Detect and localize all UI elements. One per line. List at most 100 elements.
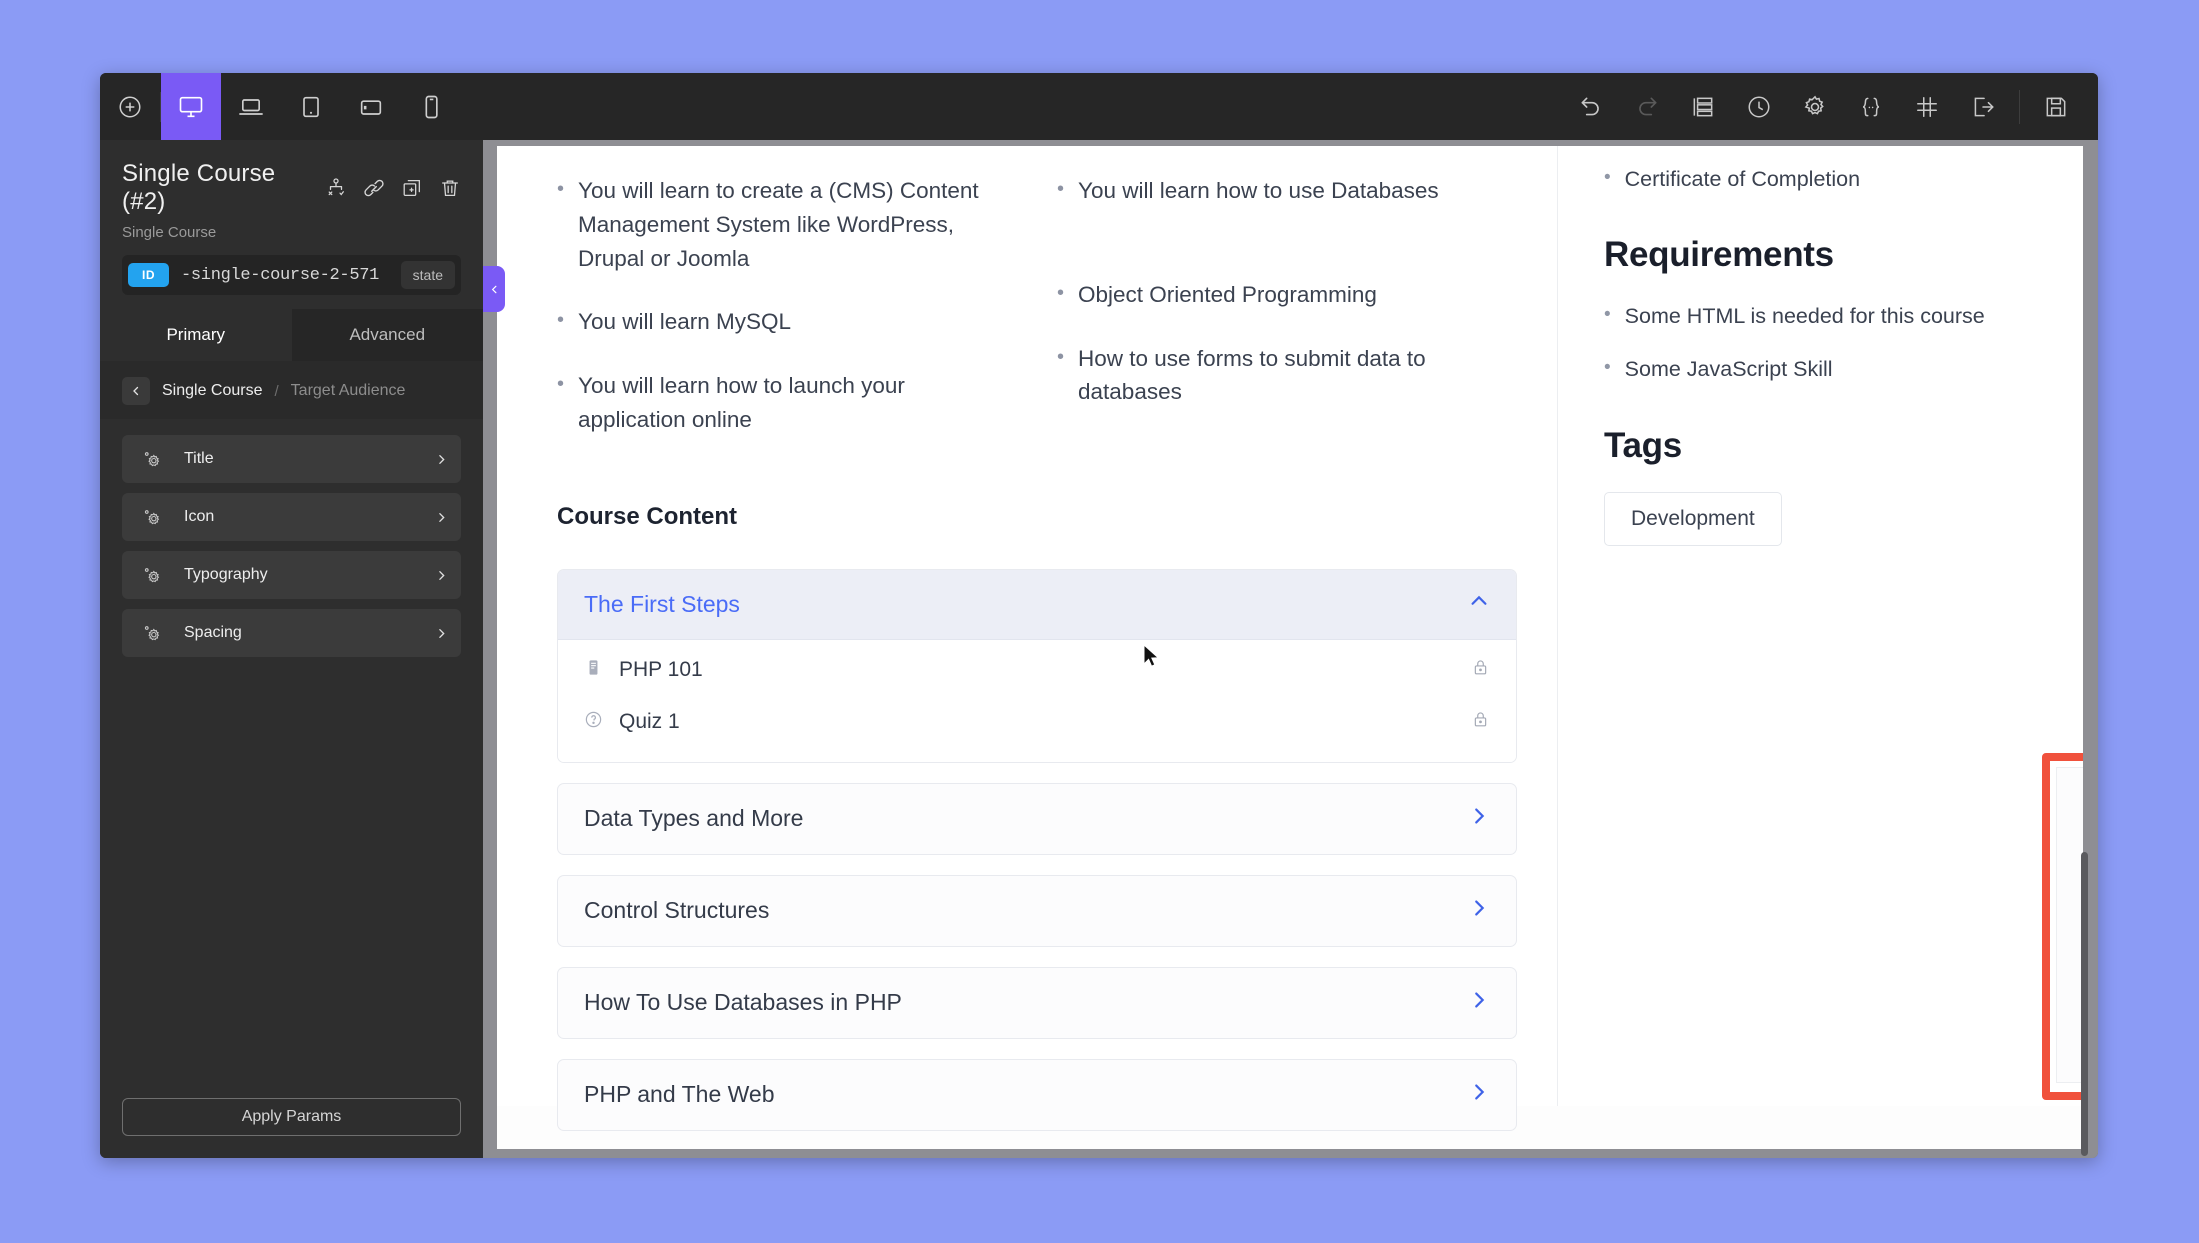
chevron-right-icon [1468, 805, 1490, 833]
bullet-icon: • [1604, 304, 1611, 326]
tab-advanced[interactable]: Advanced [292, 309, 484, 361]
lock-icon [1471, 657, 1490, 683]
chevron-right-icon [421, 569, 461, 582]
breadcrumb-separator: / [274, 382, 279, 400]
accordion-section-php-web: PHP and The Web [557, 1058, 1517, 1131]
trash-icon[interactable] [439, 177, 461, 199]
state-chip[interactable]: state [400, 261, 455, 289]
course-content-title: Course Content [557, 502, 737, 530]
grid-button[interactable] [1899, 73, 1955, 140]
bullet-icon: • [1057, 281, 1065, 304]
chevron-right-icon [421, 453, 461, 466]
accordion-header[interactable]: How To Use Databases in PHP [558, 968, 1516, 1038]
bullet-icon: • [557, 373, 565, 395]
save-button[interactable] [2028, 73, 2084, 140]
accordion-header[interactable]: The First Steps [558, 569, 1516, 640]
list-item: • Some JavaScript Skill [1604, 354, 2037, 385]
canvas-scrollbar-thumb[interactable] [2081, 852, 2088, 1156]
what-you-learn-grid: • You will learn to create a (CMS) Conte… [557, 146, 1517, 467]
list-item-text: Some HTML is needed for this course [1624, 304, 1985, 329]
device-tablet-button[interactable] [281, 73, 341, 140]
accordion-section-first-steps: The First Steps PHP 101 Quiz 1 [557, 568, 1517, 763]
chevron-left-icon [491, 285, 496, 293]
sidebar-item-title[interactable]: Title [122, 435, 461, 483]
device-mobile-button[interactable] [401, 73, 461, 140]
lesson-title: PHP 101 [619, 657, 703, 681]
settings-button[interactable] [1787, 73, 1843, 140]
list-item: • You will learn how to launch your appl… [557, 369, 1017, 437]
accordion-header[interactable]: PHP and The Web [558, 1060, 1516, 1130]
page-side-column: • Certificate of Completion Requirements… [1557, 146, 2083, 1106]
element-id-left: ID -single-course-2-571 [128, 263, 379, 287]
accordion-header[interactable]: Control Structures [558, 876, 1516, 946]
sidebar-item-icon[interactable]: Icon [122, 493, 461, 541]
redo-button[interactable] [1619, 73, 1675, 140]
chevron-right-icon [421, 511, 461, 524]
undo-icon [1581, 97, 1599, 115]
breadcrumb-parent[interactable]: Single Course [162, 382, 263, 400]
course-content-accordion: The First Steps PHP 101 Quiz 1 Data Type… [557, 568, 1517, 1131]
sidebar-item-typography[interactable]: Typography [122, 551, 461, 599]
sidebar-item-spacing[interactable]: Spacing [122, 609, 461, 657]
custom-code-button[interactable] [1843, 73, 1899, 140]
bullet-icon: • [1057, 178, 1065, 200]
breadcrumb-back-button[interactable] [122, 377, 150, 405]
element-id-value[interactable]: -single-course-2-571 [181, 266, 379, 285]
list-item-text: Object Oriented Programming [1078, 281, 1377, 307]
lesson-left: Quiz 1 [584, 709, 680, 735]
editor-tools-group [1563, 73, 2098, 140]
duplicate-icon[interactable] [401, 177, 423, 199]
tablet-icon [303, 96, 319, 117]
list-item: • How to use forms to submit data to dat… [1057, 342, 1517, 410]
sidebar-item-label: Icon [184, 508, 215, 525]
panel-title-row: Single Course (#2) [122, 160, 461, 216]
accordion-section-databases: How To Use Databases in PHP [557, 966, 1517, 1039]
list-item: • Object Oriented Programming [1057, 278, 1517, 312]
laptop-icon [239, 98, 263, 115]
top-toolbar [100, 73, 2098, 140]
desktop-icon [179, 96, 203, 117]
layers-button[interactable] [1675, 73, 1731, 140]
lesson-icon [584, 657, 603, 683]
list-item-text: How to use forms to submit data to datab… [1078, 345, 1426, 405]
panel-collapse-toggle[interactable] [483, 266, 505, 312]
conditions-icon[interactable] [325, 177, 347, 199]
accordion-header[interactable]: Data Types and More [558, 784, 1516, 854]
lesson-row[interactable]: Quiz 1 [584, 696, 1490, 748]
link-icon[interactable] [363, 177, 385, 199]
requirements-title: Requirements [1604, 235, 1834, 275]
panel-footer: Apply Params [100, 1098, 483, 1158]
mobile-icon [425, 95, 438, 118]
breadcrumb-current: Target Audience [290, 382, 406, 399]
preview-iframe: • You will learn to create a (CMS) Conte… [497, 146, 2083, 1150]
undo-button[interactable] [1563, 73, 1619, 140]
gear-icon [1804, 95, 1824, 115]
lesson-row[interactable]: PHP 101 [584, 644, 1490, 696]
hash-icon [1917, 96, 1937, 117]
chevron-left-icon [133, 386, 139, 396]
tablet-landscape-icon [360, 99, 382, 115]
history-button[interactable] [1731, 73, 1787, 140]
audience-section[interactable]: Audience • This course is meant for TOTA… [2056, 767, 2083, 1083]
accordion-body: PHP 101 Quiz 1 [558, 639, 1516, 762]
chevron-right-icon [421, 627, 461, 640]
device-tablet-landscape-button[interactable] [341, 73, 401, 140]
layers-icon [1693, 97, 1713, 116]
settings-panel: Single Course (#2) Single Course ID -sin… [100, 140, 483, 1158]
add-breakpoint-button[interactable] [100, 73, 160, 140]
gear-icon [122, 449, 184, 469]
lesson-title: Quiz 1 [619, 709, 680, 733]
gear-icon [122, 565, 184, 585]
tag-development[interactable]: Development [1604, 491, 1782, 546]
includes-leftover: • Certificate of Completion [1604, 146, 2037, 195]
tab-primary[interactable]: Primary [100, 309, 292, 361]
page-main-column: • You will learn to create a (CMS) Conte… [497, 146, 1557, 1131]
exit-button[interactable] [1955, 73, 2011, 140]
clock-icon [1748, 95, 1770, 118]
device-desktop-button[interactable] [161, 73, 221, 140]
list-item: • You will learn MySQL [557, 305, 1017, 339]
device-laptop-button[interactable] [221, 73, 281, 140]
accordion-title: How To Use Databases in PHP [584, 989, 902, 1015]
apply-params-button[interactable]: Apply Params [122, 1098, 461, 1136]
accordion-section-control-structures: Control Structures [557, 874, 1517, 947]
